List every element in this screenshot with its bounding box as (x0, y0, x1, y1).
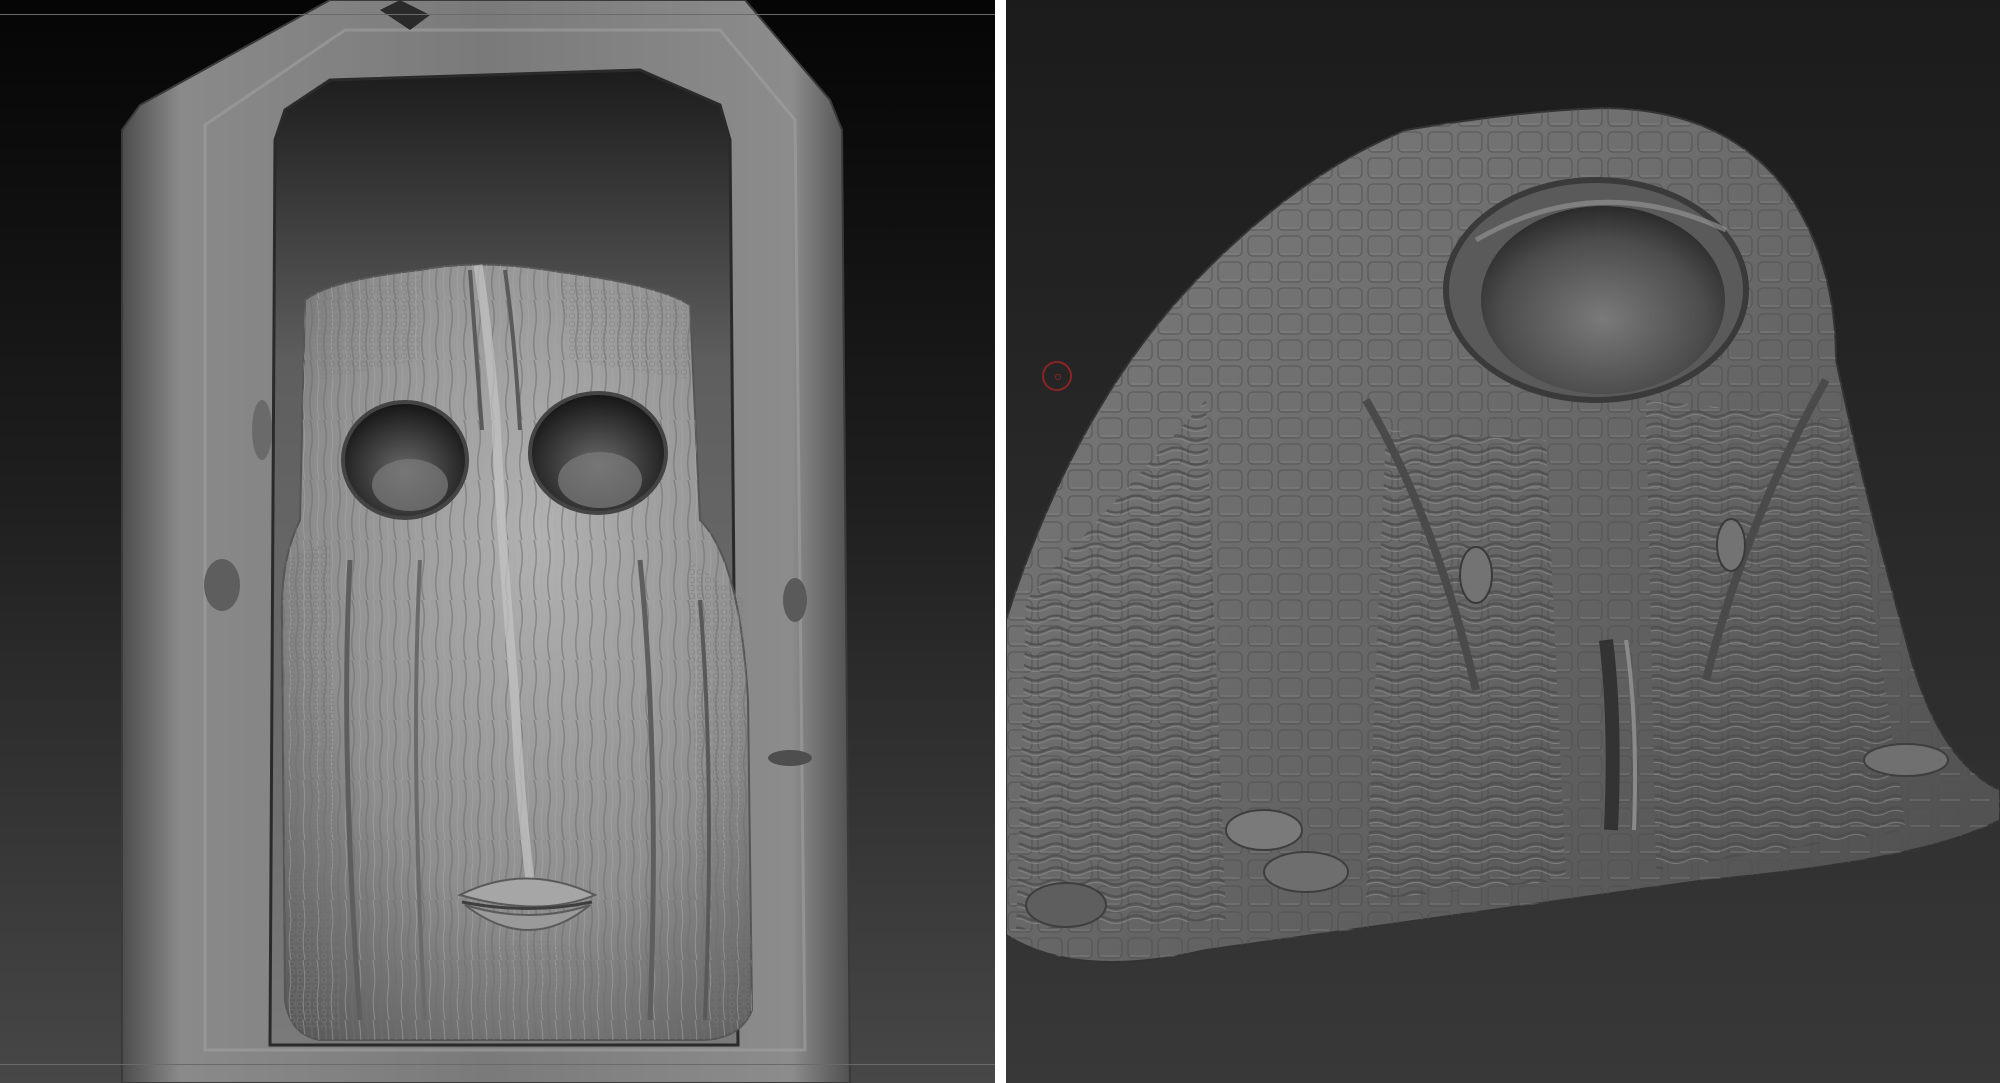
brush-center-dot (1055, 374, 1061, 380)
viewport-border-bottom (0, 1064, 995, 1065)
viewport-border-top (0, 14, 995, 15)
sculpt-render-right (1006, 0, 2000, 1083)
sculpt-render-left (0, 0, 995, 1083)
viewport-left[interactable] (0, 0, 995, 1083)
viewport-right[interactable] (1006, 0, 2000, 1083)
brush-circle-icon (1042, 361, 1072, 391)
panel-divider (995, 0, 1006, 1083)
viewport-comparison (0, 0, 2000, 1083)
